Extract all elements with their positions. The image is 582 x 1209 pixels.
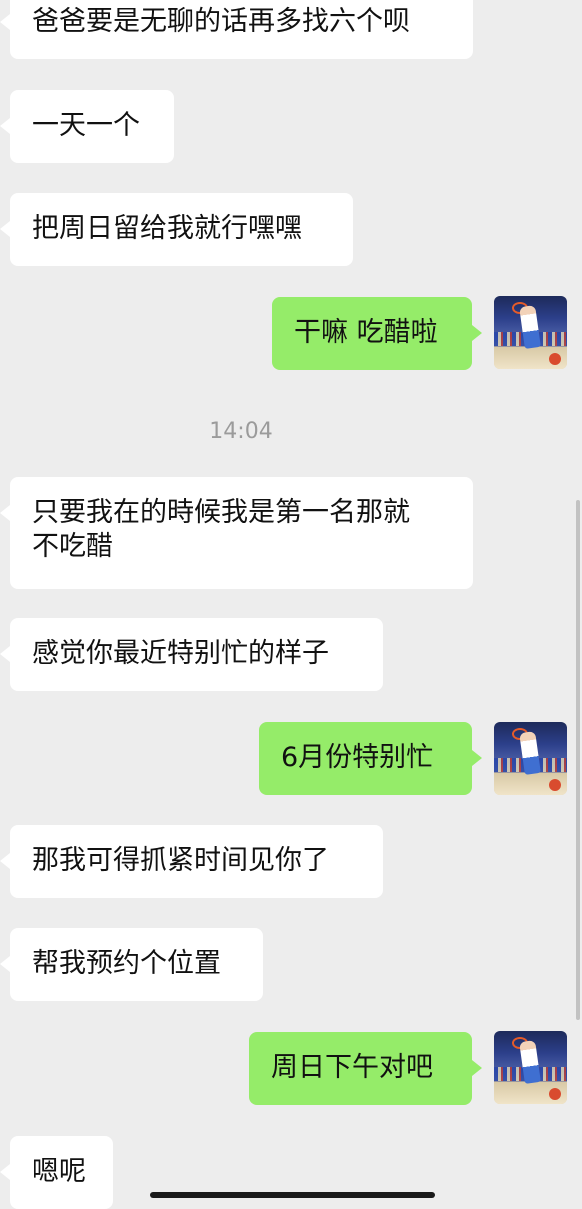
chat-message-list[interactable]: 爸爸要是无聊的话再多找六个呗 一天一个 把周日留给我就行嘿嘿 干嘛 吃醋啦 14… [0, 0, 582, 1209]
message-bubble-outgoing[interactable]: 周日下午对吧 [249, 1032, 482, 1105]
message-bubble-incoming[interactable]: 嗯呢 [0, 1136, 113, 1209]
user-avatar-icon[interactable] [494, 296, 567, 369]
message-bubble-incoming[interactable]: 爸爸要是无聊的话再多找六个呗 [0, 0, 473, 59]
message-bubble-incoming[interactable]: 把周日留给我就行嘿嘿 [0, 193, 353, 266]
message-bubble-incoming[interactable]: 帮我预约个位置 [0, 928, 263, 1001]
message-bubble-incoming[interactable]: 一天一个 [0, 90, 174, 163]
home-indicator[interactable] [150, 1192, 435, 1198]
message-bubble-incoming[interactable]: 那我可得抓紧时间见你了 [0, 825, 383, 898]
user-avatar-icon[interactable] [494, 1031, 567, 1104]
message-bubble-incoming[interactable]: 只要我在的時候我是第一名那就 不吃醋 [0, 477, 473, 589]
message-bubble-outgoing[interactable]: 6月份特别忙 [259, 722, 482, 795]
scrollbar[interactable] [576, 500, 580, 1020]
message-bubble-incoming[interactable]: 感觉你最近特别忙的样子 [0, 618, 383, 691]
message-timestamp: 14:04 [209, 419, 273, 444]
message-bubble-outgoing[interactable]: 干嘛 吃醋啦 [272, 297, 482, 370]
user-avatar-icon[interactable] [494, 722, 567, 795]
